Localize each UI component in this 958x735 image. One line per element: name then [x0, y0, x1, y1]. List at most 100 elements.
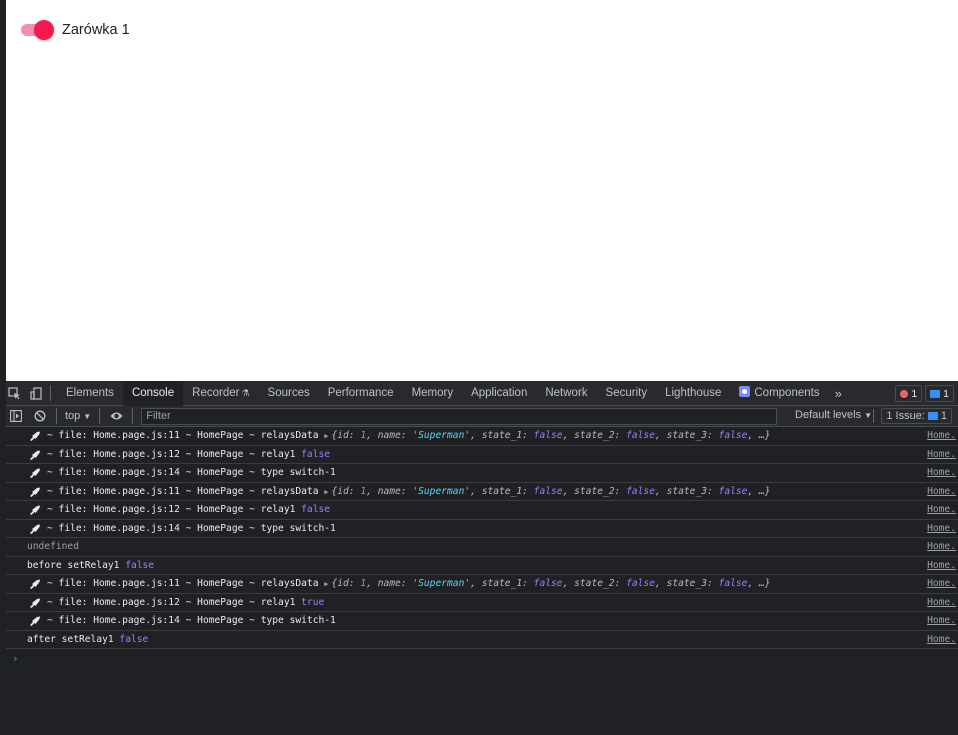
toolbar-separator: [99, 408, 101, 424]
object-key: name:: [377, 485, 413, 497]
tab-network[interactable]: Network: [536, 381, 596, 406]
source-link[interactable]: Home.: [927, 430, 956, 441]
rocket-icon: [29, 579, 41, 589]
source-link[interactable]: Home.: [927, 504, 956, 515]
object-value: 'Superman': [412, 485, 471, 497]
source-link[interactable]: Home.: [927, 541, 956, 552]
source-link[interactable]: Home.: [927, 560, 956, 571]
source-link[interactable]: Home.: [927, 615, 956, 626]
sidebar-toggle-icon[interactable]: [8, 408, 24, 424]
object-value: 'Superman': [412, 430, 471, 442]
tab-label: Performance: [327, 386, 394, 399]
react-components-icon: [739, 385, 751, 397]
object-key: state_2:: [574, 578, 627, 590]
toggle-label: Zarówka 1: [62, 22, 130, 38]
console-log-row: ~ file: Home.page.js:11 ~ HomePage ~ rel…: [0, 483, 958, 501]
object-key: state_3:: [666, 430, 719, 442]
tab-performance[interactable]: Performance: [319, 381, 403, 406]
expand-triangle-icon[interactable]: ▶: [324, 432, 328, 440]
object-close-brace: …}: [759, 430, 771, 442]
rocket-icon: [29, 487, 41, 497]
rocket-icon: [29, 431, 41, 441]
tab-label: Recorder: [192, 386, 240, 399]
console-messages: ~ file: Home.page.js:11 ~ HomePage ~ rel…: [0, 427, 958, 667]
console-log-row: ~ file: Home.page.js:14 ~ HomePage ~ typ…: [0, 520, 958, 538]
issues-button[interactable]: 1 Issue: 1: [881, 408, 952, 424]
toolbar-separator: [56, 408, 57, 424]
log-text: ~ file: Home.page.js:12 ~ HomePage ~ rel…: [47, 596, 296, 608]
console-log-row: after setRelay1 false Home.: [0, 631, 958, 649]
tab-memory[interactable]: Memory: [403, 381, 463, 406]
source-link[interactable]: Home.: [927, 467, 956, 478]
rocket-icon: [29, 450, 41, 460]
tab-sources[interactable]: Sources: [259, 381, 319, 406]
log-text: before setRelay1: [27, 559, 120, 571]
message-count-badge[interactable]: 1: [925, 385, 954, 402]
source-link[interactable]: Home.: [927, 597, 956, 608]
log-value: false: [125, 559, 155, 571]
issue-message-icon: [927, 412, 938, 420]
console-log-row: ~ file: Home.page.js:12 ~ HomePage ~ rel…: [0, 594, 958, 612]
more-tabs-chevron-icon[interactable]: »: [835, 386, 842, 401]
object-value: false: [718, 578, 748, 590]
tab-label: Elements: [66, 386, 114, 399]
console-log-row: ~ file: Home.page.js:11 ~ HomePage ~ rel…: [0, 427, 958, 446]
object-key: state_1:: [481, 430, 534, 442]
tab-console[interactable]: Console: [122, 380, 184, 406]
object-key: id:: [337, 430, 361, 442]
rocket-icon: [29, 616, 41, 626]
console-filter-input[interactable]: [141, 407, 778, 425]
object-preview[interactable]: ▶ {id: 1, name: 'Superman', state_1: fals…: [324, 430, 770, 441]
tab-application[interactable]: Application: [462, 381, 536, 406]
console-log-row: undefined Home.: [0, 538, 958, 557]
tab-lighthouse[interactable]: Lighthouse: [656, 381, 730, 406]
live-expression-eye-icon[interactable]: [108, 408, 124, 424]
object-value: 1: [360, 578, 367, 590]
tab-separator: [50, 385, 51, 401]
console-prompt[interactable]: ›: [0, 649, 958, 667]
error-count-badge[interactable]: 1: [895, 385, 923, 402]
expand-triangle-icon[interactable]: ▶: [324, 580, 328, 588]
object-preview[interactable]: ▶ {id: 1, name: 'Superman', state_1: fals…: [324, 486, 770, 497]
tab-components[interactable]: Components: [730, 381, 828, 406]
log-value: true: [301, 596, 325, 608]
inspect-element-icon[interactable]: [6, 385, 22, 401]
tab-label: Components: [754, 386, 820, 399]
object-key: id:: [337, 578, 361, 590]
tab-security[interactable]: Security: [597, 381, 657, 406]
relay-toggle-switch[interactable]: [21, 20, 54, 40]
message-icon: [930, 389, 941, 398]
console-log-row: ~ file: Home.page.js:12 ~ HomePage ~ rel…: [0, 501, 958, 520]
source-link[interactable]: Home.: [927, 578, 956, 589]
object-value: 1: [360, 485, 367, 497]
log-levels-dropdown[interactable]: Default levels ▼: [795, 409, 872, 421]
dropdown-arrow-icon: ▼: [864, 411, 872, 420]
context-selector[interactable]: top ▼: [65, 410, 91, 422]
flask-icon: ⚗: [241, 387, 250, 398]
tab-label: Lighthouse: [665, 386, 722, 399]
source-link[interactable]: Home.: [927, 634, 956, 645]
source-link[interactable]: Home.: [927, 486, 956, 497]
rocket-icon: [29, 598, 41, 608]
tab-elements[interactable]: Elements: [57, 381, 123, 406]
source-link[interactable]: Home.: [927, 523, 956, 534]
console-log-row: ~ file: Home.page.js:14 ~ HomePage ~ typ…: [0, 612, 958, 631]
source-link[interactable]: Home.: [927, 449, 956, 460]
object-key: id:: [337, 485, 361, 497]
rocket-icon: [29, 524, 41, 534]
log-text: ~ file: Home.page.js:14 ~ HomePage ~ typ…: [47, 522, 336, 534]
clear-console-icon[interactable]: [32, 408, 48, 424]
object-close-brace: …}: [759, 578, 771, 590]
tab-label: Security: [605, 386, 648, 399]
object-key: state_1:: [481, 485, 534, 497]
expand-triangle-icon[interactable]: ▶: [324, 488, 328, 496]
tab-label: Network: [545, 386, 588, 399]
tab-recorder[interactable]: Recorder ⚗: [183, 381, 258, 406]
log-text: ~ file: Home.page.js:12 ~ HomePage ~ rel…: [47, 504, 296, 516]
object-preview[interactable]: ▶ {id: 1, name: 'Superman', state_1: fals…: [324, 578, 770, 589]
object-key: state_3:: [666, 485, 719, 497]
log-text: after setRelay1: [27, 633, 114, 645]
device-toolbar-icon[interactable]: [28, 385, 44, 401]
log-text: ~ file: Home.page.js:11 ~ HomePage ~ rel…: [47, 430, 319, 442]
relay-toggle-row: Zarówka 1: [21, 20, 130, 40]
